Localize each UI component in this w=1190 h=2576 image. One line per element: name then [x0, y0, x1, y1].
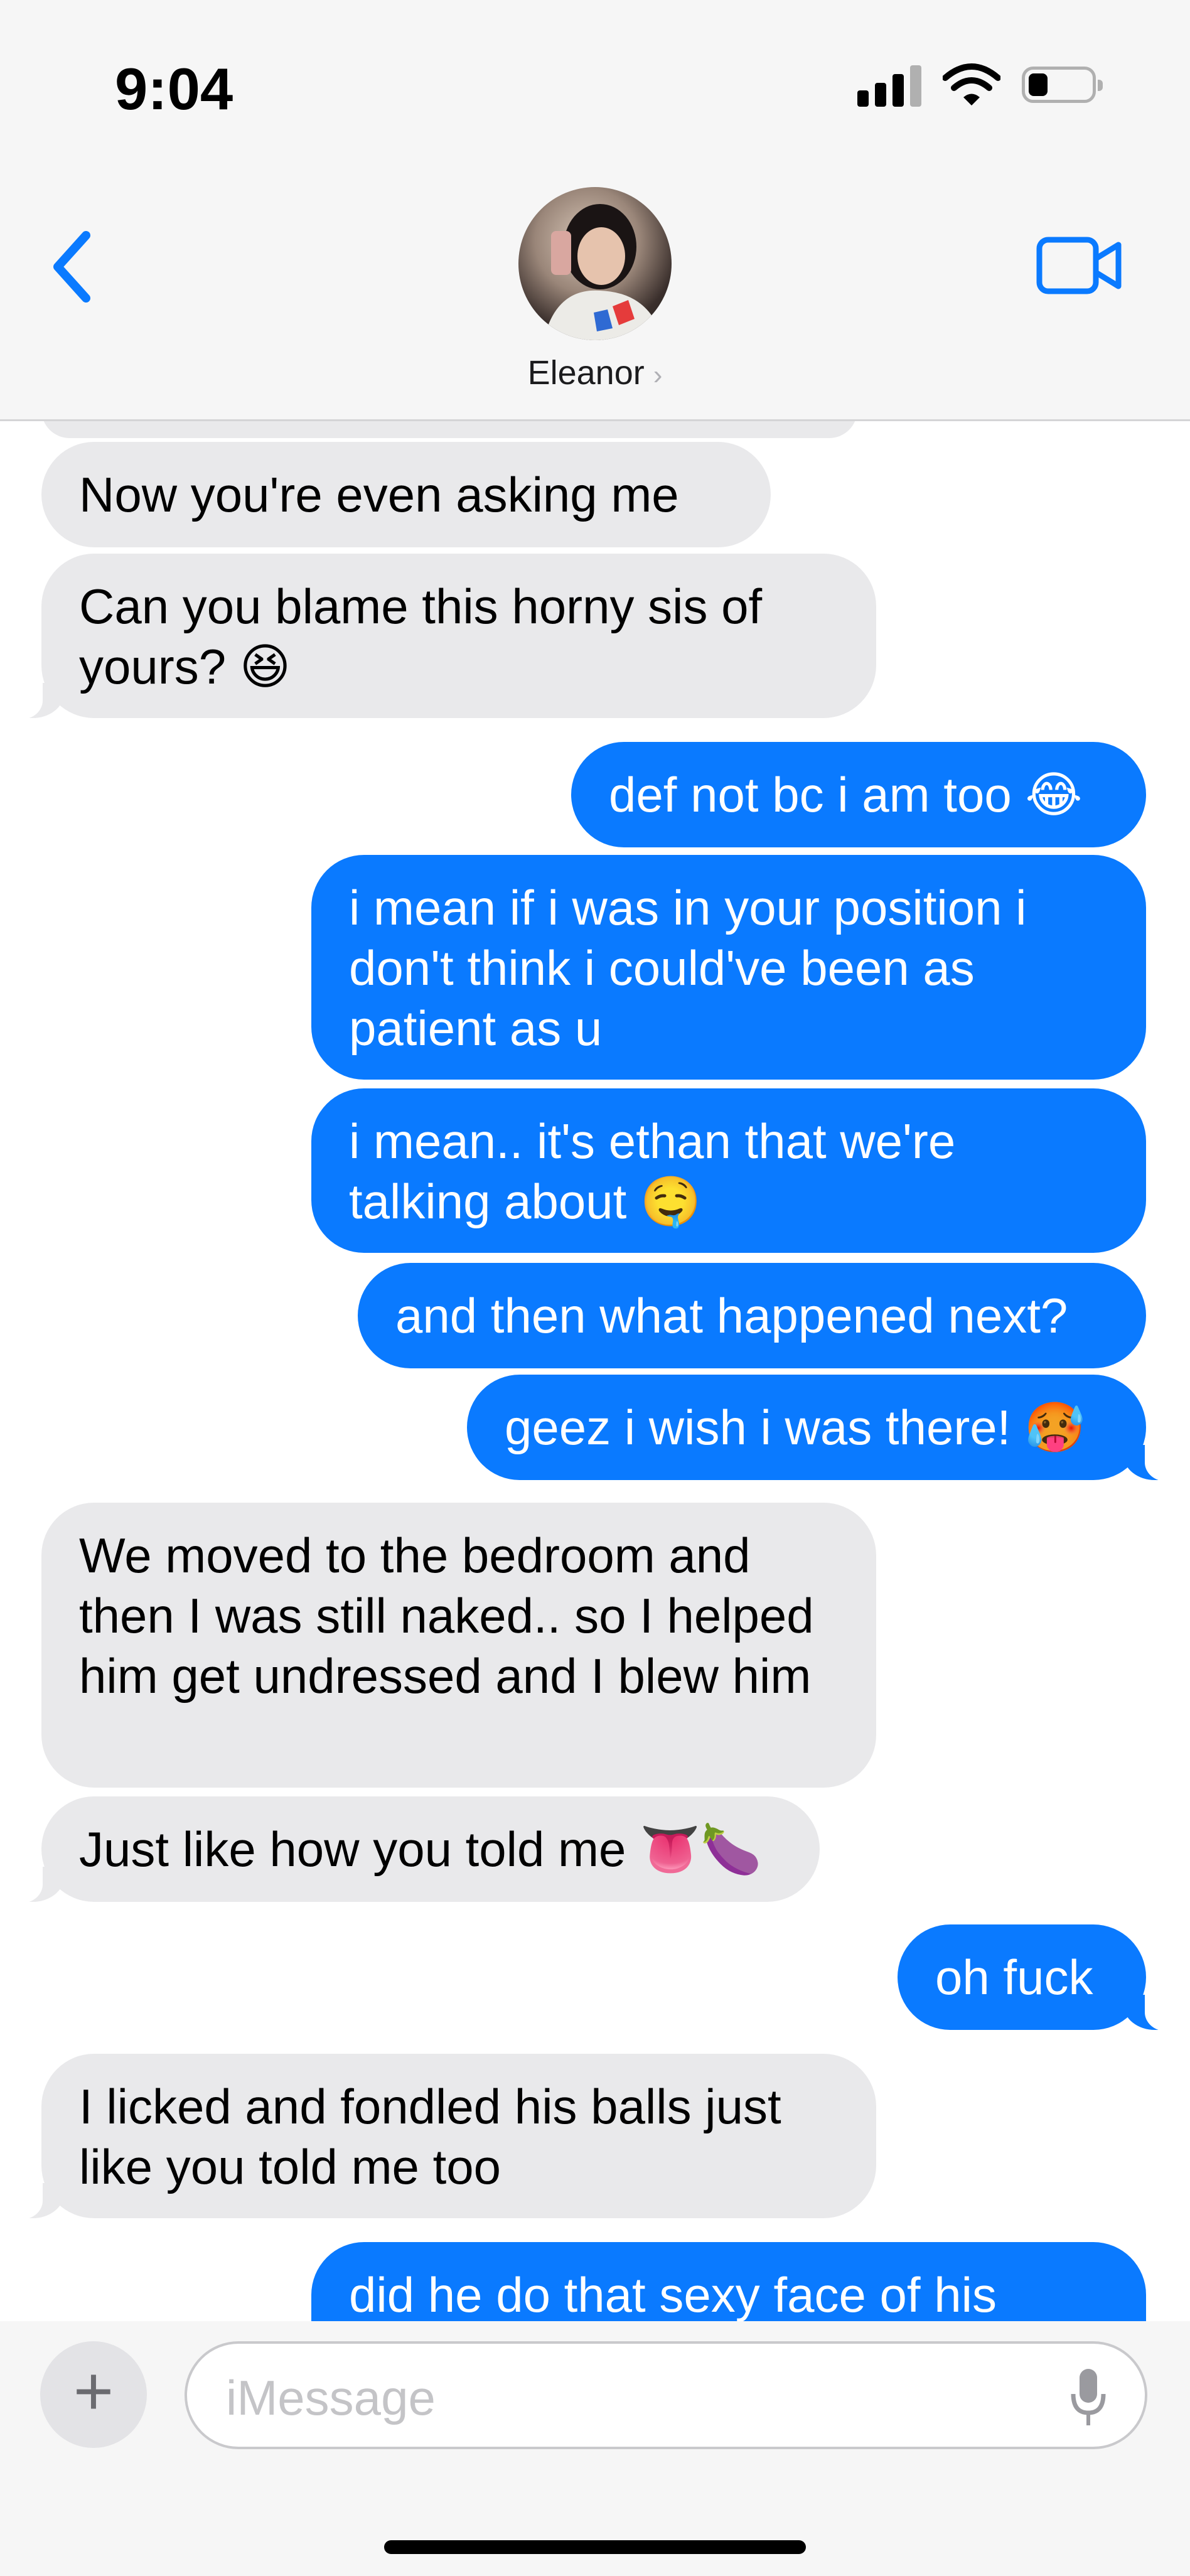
contact-name[interactable]: Eleanor ›	[0, 353, 1190, 392]
message-bubble-outgoing: i mean.. it's ethan that we're talking a…	[311, 1088, 1146, 1253]
person-photo-icon	[544, 204, 663, 340]
imessage-field-container[interactable]	[185, 2341, 1147, 2449]
video-call-icon[interactable]	[1036, 236, 1123, 295]
message-bubble-incoming: Just like how you told me 👅🍆	[14, 1796, 820, 1903]
status-icons	[857, 63, 1103, 107]
back-chevron-icon[interactable]	[45, 229, 102, 304]
battery-icon	[1022, 67, 1103, 103]
message-bubble-incoming: Now you're even asking me	[41, 442, 771, 547]
message-bubble-incoming: Can you blame this horny sis of yours? 😆	[14, 554, 876, 719]
cellular-signal-icon	[857, 63, 921, 107]
add-attachment-button[interactable]: +	[40, 2341, 147, 2448]
home-indicator[interactable]	[384, 2540, 806, 2554]
contact-avatar[interactable]	[518, 187, 672, 340]
contact-name-label: Eleanor	[527, 354, 645, 392]
message-bubble-outgoing: oh fuck	[898, 1924, 1174, 2031]
message-bubble-incoming: We moved to the bedroom and then I was s…	[41, 1503, 876, 1788]
message-thread[interactable]: Now you're even asking me Can you blame …	[0, 419, 1190, 2321]
chevron-right-icon: ›	[653, 360, 663, 390]
message-bubble-outgoing: did he do that sexy face of his	[311, 2242, 1146, 2321]
message-composer: +	[0, 2321, 1190, 2576]
message-bubble-outgoing: and then what happened next?	[358, 1263, 1146, 1368]
imessage-input[interactable]	[225, 2369, 1043, 2427]
conversation-header: 9:04 Eleanor ›	[0, 0, 1190, 421]
message-bubble-incoming	[41, 419, 857, 438]
status-time: 9:04	[115, 56, 233, 122]
microphone-icon[interactable]	[1069, 2366, 1107, 2429]
message-bubble-outgoing: def not bc i am too 😂	[571, 742, 1146, 847]
wifi-icon	[943, 63, 1000, 105]
message-bubble-incoming: I licked and fondled his balls just like…	[14, 2054, 876, 2219]
message-bubble-outgoing: geez i wish i was there! 🥵	[467, 1375, 1174, 1481]
message-bubble-outgoing: i mean if i was in your position i don't…	[311, 855, 1146, 1080]
